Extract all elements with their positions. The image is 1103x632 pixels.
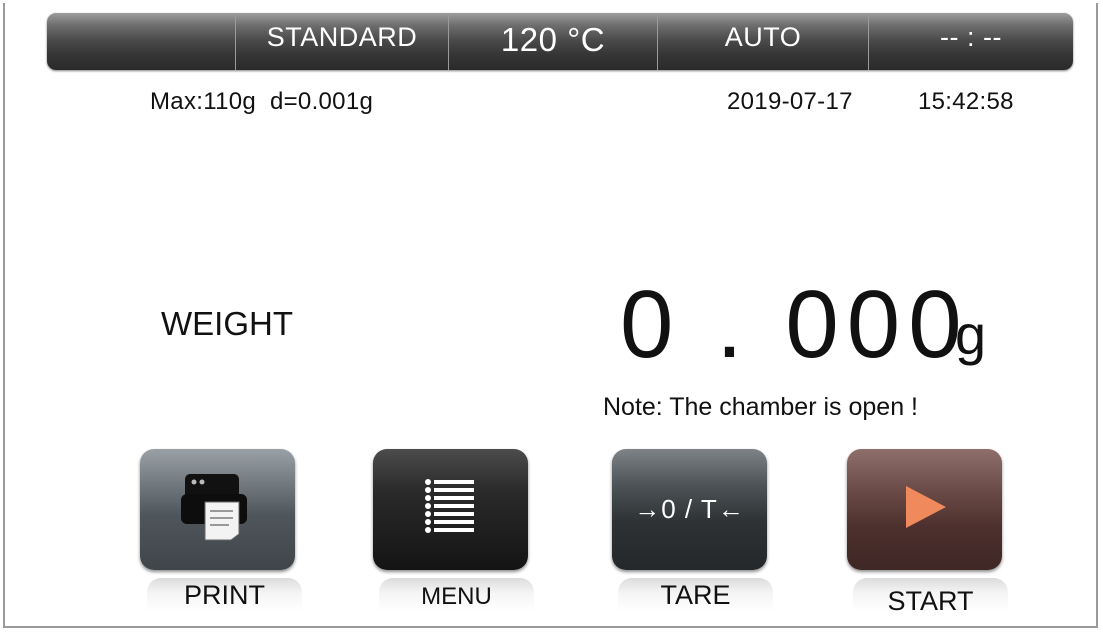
status-segment-blank[interactable]: [47, 13, 235, 70]
menu-button[interactable]: [373, 449, 528, 570]
switch-mode-segment[interactable]: AUTO: [657, 13, 868, 70]
timer-label: -- : --: [940, 22, 1002, 52]
weight-value: 0 . 000: [620, 271, 970, 378]
weight-label: WEIGHT: [161, 305, 293, 342]
timer-segment[interactable]: -- : --: [868, 13, 1073, 70]
print-button[interactable]: [140, 449, 295, 570]
mode-label: STANDARD: [266, 22, 418, 52]
temperature-label: 120 °C: [500, 21, 606, 58]
start-button[interactable]: [847, 449, 1002, 570]
printer-icon: [179, 472, 257, 547]
start-label: START: [887, 586, 974, 616]
chamber-note: Note: The chamber is open !: [603, 393, 918, 421]
switch-mode-label: AUTO: [724, 22, 802, 52]
print-label: PRINT: [184, 580, 265, 610]
tare-caption[interactable]: TARE: [618, 578, 773, 626]
capacity-info: Max:110g d=0.001g: [150, 88, 374, 115]
print-caption[interactable]: PRINT: [147, 578, 302, 626]
start-caption[interactable]: START: [853, 578, 1008, 626]
weight-unit: g: [955, 303, 987, 366]
tare-button[interactable]: →0 / T←: [612, 449, 767, 570]
menu-caption[interactable]: MENU: [379, 578, 534, 626]
menu-label: MENU: [421, 583, 492, 610]
tare-symbol: →0 / T←: [634, 494, 745, 524]
mode-segment[interactable]: STANDARD: [235, 13, 448, 70]
list-icon: [424, 478, 478, 541]
temperature-segment[interactable]: 120 °C: [448, 13, 657, 70]
status-bar: STANDARD 120 °C AUTO -- : --: [47, 13, 1073, 70]
tare-label: TARE: [660, 580, 731, 610]
time-readout: 15:42:58: [918, 88, 1014, 115]
play-icon: [900, 482, 950, 537]
date-readout: 2019-07-17: [727, 88, 853, 115]
